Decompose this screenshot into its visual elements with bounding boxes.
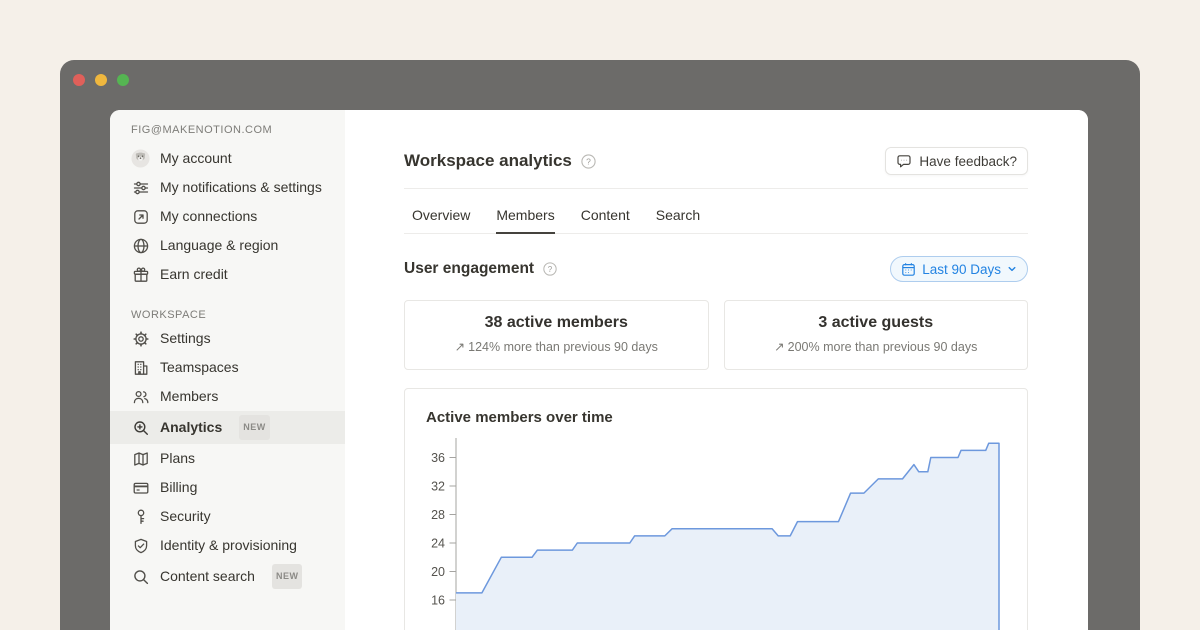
sidebar-item-label: Language & region (160, 235, 278, 256)
active-members-chart-card: Active members over time 16 20 24 28 32 36 (404, 388, 1028, 630)
gift-icon (131, 265, 150, 284)
sidebar-item-my-connections[interactable]: My connections (110, 202, 345, 231)
account-email: FIG@MAKENOTION.COM (131, 124, 345, 136)
sidebar-item-label: My notifications & settings (160, 177, 322, 198)
have-feedback-button[interactable]: Have feedback? (885, 147, 1028, 175)
tab-members[interactable]: Members (496, 201, 554, 234)
sidebar-item-plans[interactable]: Plans (110, 444, 345, 473)
feedback-button-label: Have feedback? (919, 154, 1017, 169)
window-titlebar (73, 74, 129, 86)
sidebar-item-label: Billing (160, 477, 197, 498)
tab-search[interactable]: Search (656, 201, 700, 234)
close-window-button[interactable] (73, 74, 85, 86)
key-icon (131, 507, 150, 526)
stat-delta-text: 124% more than previous 90 days (468, 340, 658, 354)
y-axis-label: 24 (431, 537, 445, 551)
engagement-header-row: User engagement ? (404, 256, 1028, 282)
help-icon[interactable]: ? (581, 154, 596, 169)
arrow-square-icon (131, 207, 150, 226)
magnifier-plus-icon (131, 418, 150, 437)
sidebar-item-label: My connections (160, 206, 257, 227)
app-window: FIG@MAKENOTION.COM My account (60, 60, 1140, 630)
stat-delta: ↗124% more than previous 90 days (405, 339, 708, 354)
sidebar-item-label: Analytics (160, 417, 222, 438)
feedback-bubble-icon (896, 153, 912, 169)
stat-delta-text: 200% more than previous 90 days (788, 340, 978, 354)
section-title: User engagement (404, 260, 534, 278)
globe-icon (131, 236, 150, 255)
sidebar-item-label: Content search (160, 566, 255, 587)
stat-cards-row: 38 active members ↗124% more than previo… (404, 300, 1028, 370)
sidebar-item-members[interactable]: Members (110, 382, 345, 411)
y-axis-label: 16 (431, 594, 445, 608)
analytics-tabs: Overview Members Content Search (404, 201, 1028, 234)
page-header: Workspace analytics ? (404, 147, 1028, 175)
svg-text:?: ? (548, 265, 553, 274)
svg-text:?: ? (586, 156, 591, 166)
tab-overview[interactable]: Overview (412, 201, 470, 234)
y-axis-ticks: 16 20 24 28 32 36 (431, 451, 456, 608)
sidebar-item-label: Settings (160, 328, 211, 349)
chevron-down-icon (1007, 264, 1017, 274)
y-axis-label: 36 (431, 451, 445, 465)
help-icon[interactable]: ? (543, 262, 557, 276)
sidebar-item-notifications-settings[interactable]: My notifications & settings (110, 173, 345, 202)
date-range-label: Last 90 Days (922, 262, 1001, 277)
zoom-window-button[interactable] (117, 74, 129, 86)
workspace-section-label: WORKSPACE (131, 309, 345, 321)
settings-modal: FIG@MAKENOTION.COM My account (110, 110, 1088, 630)
tab-content[interactable]: Content (581, 201, 630, 234)
sidebar-item-teamspaces[interactable]: Teamspaces (110, 353, 345, 382)
sidebar-item-label: Security (160, 506, 211, 527)
sidebar-item-earn-credit[interactable]: Earn credit (110, 260, 345, 289)
new-badge: NEW (239, 415, 270, 440)
sidebar-item-label: Plans (160, 448, 195, 469)
sidebar-item-content-search[interactable]: Content search NEW (110, 560, 345, 593)
stat-value: 38 active members (405, 314, 708, 332)
trend-up-icon: ↗ (455, 340, 465, 354)
sidebar-item-analytics[interactable]: Analytics NEW (110, 411, 345, 444)
sidebar-item-billing[interactable]: Billing (110, 473, 345, 502)
stat-delta: ↗ 200% more than previous 90 days (725, 339, 1028, 354)
y-axis-label: 28 (431, 508, 445, 522)
chart-title: Active members over time (426, 409, 1027, 426)
gear-icon (131, 329, 150, 348)
sidebar-item-label: Identity & provisioning (160, 535, 297, 556)
settings-sidebar: FIG@MAKENOTION.COM My account (110, 110, 345, 630)
stat-card-active-members: 38 active members ↗124% more than previo… (404, 300, 709, 370)
sidebar-item-security[interactable]: Security (110, 502, 345, 531)
chart-area-fill (456, 443, 999, 630)
sidebar-item-label: Earn credit (160, 264, 228, 285)
sidebar-item-settings[interactable]: Settings (110, 324, 345, 353)
calendar-icon (901, 262, 916, 277)
magnifier-icon (131, 567, 150, 586)
members-chart-svg: 16 20 24 28 32 36 (405, 434, 1028, 630)
sidebar-item-language-region[interactable]: Language & region (110, 231, 345, 260)
minimize-window-button[interactable] (95, 74, 107, 86)
sidebar-item-identity-provisioning[interactable]: Identity & provisioning (110, 531, 345, 560)
y-axis-label: 20 (431, 565, 445, 579)
sidebar-item-label: Members (160, 386, 218, 407)
stat-card-active-guests: 3 active guests ↗ 200% more than previous… (724, 300, 1029, 370)
trend-up-icon: ↗ (774, 340, 784, 354)
stat-value: 3 active guests (725, 314, 1028, 332)
people-icon (131, 387, 150, 406)
sliders-icon (131, 178, 150, 197)
main-content: Workspace analytics ? (345, 110, 1088, 630)
credit-card-icon (131, 478, 150, 497)
shield-check-icon (131, 536, 150, 555)
map-icon (131, 449, 150, 468)
header-divider (404, 188, 1028, 189)
avatar (131, 149, 150, 168)
date-range-dropdown[interactable]: Last 90 Days (890, 256, 1028, 282)
y-axis-label: 32 (431, 480, 445, 494)
building-icon (131, 358, 150, 377)
sidebar-item-my-account[interactable]: My account (110, 144, 345, 173)
sidebar-item-label: Teamspaces (160, 357, 239, 378)
page-title: Workspace analytics (404, 151, 572, 171)
new-badge: NEW (272, 564, 303, 589)
sidebar-item-label: My account (160, 148, 232, 169)
